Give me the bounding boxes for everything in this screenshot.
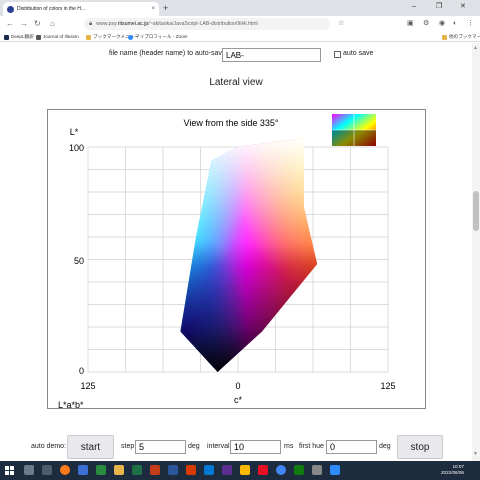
clock-date: 2022/06/06: [441, 470, 464, 475]
search-icon[interactable]: [24, 465, 34, 475]
x-axis-label: c*: [234, 395, 243, 405]
lab-lateral-plot: View from the side 335° L* 100 50 0 125 …: [47, 109, 426, 410]
new-tab-button[interactable]: +: [163, 3, 168, 13]
file-name-row: file name (header name) to auto-save aut…: [0, 48, 472, 62]
firefox-icon[interactable]: [60, 465, 70, 475]
section-title: Lateral view: [209, 77, 263, 88]
maximize-button[interactable]: ❐: [436, 2, 442, 12]
plot-canvas: View from the side 335° L* 100 50 0 125 …: [58, 114, 396, 410]
first-hue-label: first hue: [299, 443, 324, 450]
profile-icon[interactable]: ◐: [453, 19, 457, 29]
windows-taskbar: 10:07 2022/06/06: [0, 461, 480, 480]
word-icon[interactable]: [168, 465, 178, 475]
first-hue-input[interactable]: [326, 440, 377, 454]
app-icon[interactable]: [240, 465, 250, 475]
x-tick-label: 0: [235, 381, 240, 391]
x-tick-label: 125: [380, 381, 395, 391]
close-tab-icon[interactable]: ×: [151, 6, 155, 12]
home-icon[interactable]: ⌂: [50, 19, 55, 29]
other-bookmarks[interactable]: 他のブックマーク: [442, 33, 480, 41]
auto-demo-label: auto demo:: [31, 443, 67, 450]
task-view-icon[interactable]: [42, 465, 52, 475]
bookmark-zoom[interactable]: マイプロフィール - Zoom: [128, 33, 187, 41]
zoom-icon: [128, 34, 133, 40]
forward-arrow-icon[interactable]: →: [20, 19, 28, 29]
color-space-label: L*a*b*: [58, 400, 84, 410]
app-icon[interactable]: [186, 465, 196, 475]
windows-start-icon[interactable]: [5, 466, 14, 475]
app-icon[interactable]: [312, 465, 322, 475]
address-bar[interactable]: 🔒︎ www.psy.ritsumei.ac.jp/~akitaoka/Java…: [84, 18, 330, 30]
outlook-icon[interactable]: [204, 465, 214, 475]
bookmarks-bar: DeepL翻訳 Journal of Illusion ブックマークメニュー マ…: [0, 32, 480, 42]
extension-icon[interactable]: ⚙: [423, 19, 429, 29]
tab-bar: Distribution of colors in the H… × + – ❐…: [0, 0, 480, 16]
close-window-button[interactable]: ✕: [460, 2, 466, 12]
y-tick-label: 100: [69, 143, 84, 153]
browser-tab[interactable]: Distribution of colors in the H… ×: [3, 2, 159, 16]
minimize-button[interactable]: –: [412, 2, 416, 12]
powerpoint-icon[interactable]: [150, 465, 160, 475]
excel-icon[interactable]: [132, 465, 142, 475]
interval-label: interval: [207, 443, 230, 450]
step-label: step: [121, 443, 135, 450]
stop-button[interactable]: stop: [397, 435, 443, 459]
color-gamut-shape: [180, 138, 318, 372]
x-tick-label: 125: [80, 381, 95, 391]
page-scrollbar[interactable]: ▲ ▼: [472, 43, 480, 461]
app-icon[interactable]: [96, 465, 106, 475]
extension-icon[interactable]: ▣: [407, 19, 414, 29]
scroll-thumb[interactable]: [473, 191, 479, 231]
y-axis-label: L*: [70, 127, 79, 137]
bookmark-icon: [4, 34, 9, 40]
plot-title: View from the side 335°: [184, 118, 279, 128]
url-text[interactable]: www.psy.ritsumei.ac.jp/~akitaoka/JavaScr…: [96, 21, 258, 27]
hue-thumbnail: [332, 114, 376, 146]
extension-icon[interactable]: ◉: [439, 19, 445, 29]
browser-toolbar: ← → ↻ ⌂ 🔒︎ www.psy.ritsumei.ac.jp/~akita…: [0, 16, 480, 32]
scroll-down-arrow-icon[interactable]: ▼: [473, 451, 478, 457]
bookmark-journal[interactable]: Journal of Illusion: [36, 33, 79, 41]
interval-input[interactable]: [230, 440, 281, 454]
auto-save-label: auto save: [343, 50, 374, 57]
zoom-icon[interactable]: [330, 465, 340, 475]
tab-title: Distribution of colors in the H…: [17, 6, 86, 12]
back-arrow-icon[interactable]: ←: [6, 19, 14, 29]
y-tick-label: 50: [74, 256, 84, 266]
file-explorer-icon[interactable]: [114, 465, 124, 475]
star-icon[interactable]: ☆: [338, 19, 344, 29]
step-input[interactable]: [135, 440, 186, 454]
auto-demo-controls: auto demo: start step deg interval ms fi…: [0, 433, 472, 459]
start-button[interactable]: start: [67, 435, 114, 459]
lock-icon[interactable]: 🔒︎: [89, 21, 92, 28]
step-unit: deg: [188, 443, 200, 450]
clock[interactable]: 10:07 2022/06/06: [441, 464, 464, 476]
reload-icon[interactable]: ↻: [34, 19, 41, 29]
folder-icon: [86, 34, 91, 40]
y-tick-label: 0: [79, 366, 84, 376]
chrome-icon[interactable]: [276, 465, 286, 475]
file-name-label: file name (header name) to auto-save: [109, 50, 226, 57]
file-name-input[interactable]: [222, 48, 321, 62]
first-hue-unit: deg: [379, 443, 391, 450]
bookmark-deepl[interactable]: DeepL翻訳: [4, 33, 34, 41]
auto-save-checkbox[interactable]: [334, 51, 341, 58]
folder-icon: [442, 34, 447, 40]
app-icon[interactable]: [78, 465, 88, 475]
scroll-up-arrow-icon[interactable]: ▲: [473, 45, 478, 51]
interval-unit: ms: [284, 443, 294, 450]
site-favicon-icon: [7, 5, 14, 13]
menu-icon[interactable]: ⋮: [467, 19, 474, 29]
app-icon[interactable]: [222, 465, 232, 475]
app-icon[interactable]: [258, 465, 268, 475]
app-icon[interactable]: [294, 465, 304, 475]
bookmark-icon: [36, 34, 41, 40]
